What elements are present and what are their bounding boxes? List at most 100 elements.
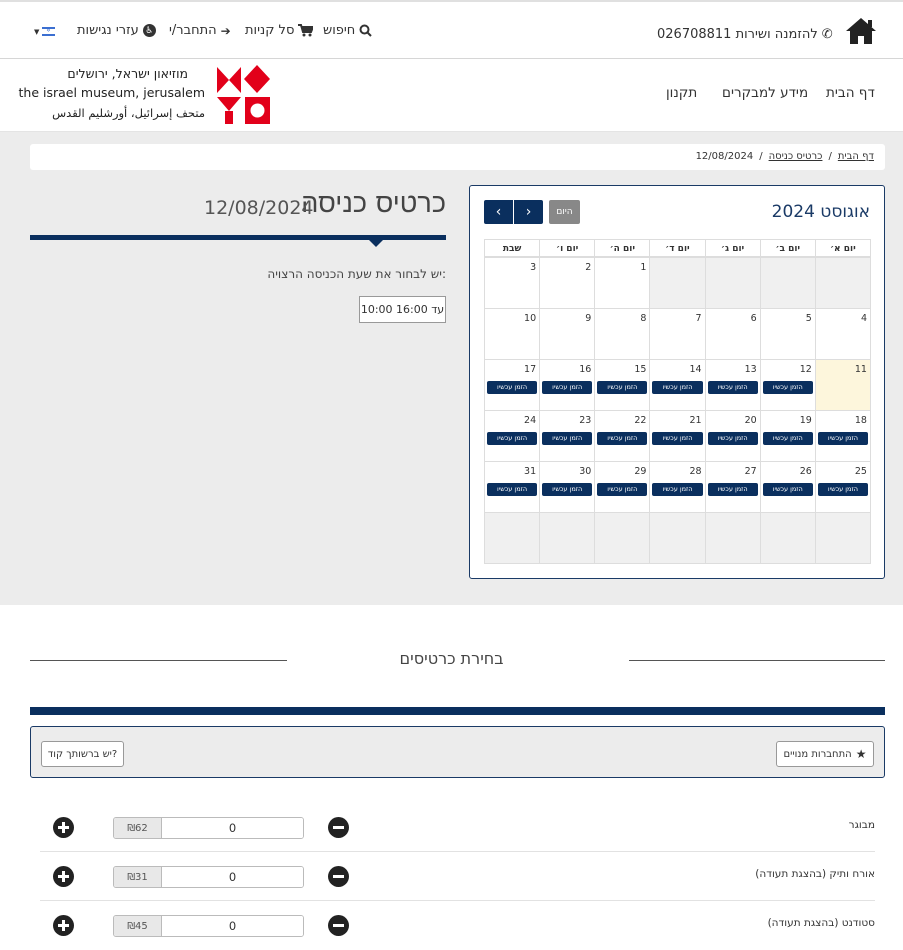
nav-visitor-info[interactable]: מידע למבקרים bbox=[722, 85, 808, 101]
museum-logo[interactable]: מוזיאון ישראל, ירושלים the israel museum… bbox=[19, 65, 272, 125]
calendar-day[interactable]: 19 הזמן עכשיו bbox=[759, 410, 816, 462]
day-number: 7 bbox=[695, 313, 702, 324]
accessibility-label: עזרי נגישות bbox=[77, 23, 139, 38]
minus-icon bbox=[333, 924, 344, 927]
book-now-button[interactable]: הזמן עכשיו bbox=[597, 432, 648, 445]
day-number: 8 bbox=[640, 313, 647, 324]
calendar-day[interactable]: 26 הזמן עכשיו bbox=[759, 461, 816, 513]
minus-icon bbox=[333, 826, 344, 829]
book-now-button[interactable]: הזמן עכשיו bbox=[817, 432, 868, 445]
decrease-button[interactable] bbox=[328, 817, 349, 838]
book-now-button[interactable]: הזמן עכשיו bbox=[542, 432, 593, 445]
calendar-day[interactable]: 20 הזמן עכשיו bbox=[704, 410, 761, 462]
calendar-day[interactable]: 27 הזמן עכשיו bbox=[704, 461, 761, 513]
quantity-value: 0 bbox=[162, 867, 303, 887]
calendar-day bbox=[649, 512, 706, 564]
search-label: חיפוש bbox=[323, 23, 356, 38]
calendar-day bbox=[814, 512, 871, 564]
quantity-field[interactable]: ₪31 0 bbox=[113, 866, 304, 888]
language-selector[interactable]: ▼ ✡ bbox=[34, 27, 56, 36]
book-now-button[interactable]: הזמן עכשיו bbox=[542, 381, 593, 394]
weekday-header: יום ו׳ bbox=[539, 239, 596, 257]
calendar-day[interactable]: 12 הזמן עכשיו bbox=[759, 359, 816, 411]
calendar-day[interactable]: 18 הזמן עכשיו bbox=[814, 410, 871, 462]
calendar-day[interactable]: 25 הזמן עכשיו bbox=[814, 461, 871, 513]
calendar-day[interactable]: 16 הזמן עכשיו bbox=[539, 359, 596, 411]
quantity-field[interactable]: ₪45 0 bbox=[113, 915, 304, 937]
cart-icon bbox=[298, 24, 314, 37]
calendar-day[interactable]: 22 הזמן עכשיו bbox=[594, 410, 651, 462]
plus-icon bbox=[58, 920, 69, 931]
search-link[interactable]: חיפוש bbox=[323, 23, 372, 38]
calendar-day bbox=[594, 512, 651, 564]
top-bar: להזמנה ושירות 026708811 ✆ חיפוש סל קניות… bbox=[0, 0, 903, 59]
book-now-button[interactable]: הזמן עכשיו bbox=[762, 483, 813, 496]
accessibility-link[interactable]: עזרי נגישות ♿ bbox=[77, 23, 156, 38]
day-number: 5 bbox=[805, 313, 812, 324]
book-now-button[interactable]: הזמן עכשיו bbox=[542, 483, 593, 496]
book-now-button[interactable]: הזמן עכשיו bbox=[707, 483, 758, 496]
calendar-day[interactable]: 21 הזמן עכשיו bbox=[649, 410, 706, 462]
day-number: 26 bbox=[799, 466, 812, 477]
breadcrumb-home[interactable]: דף הבית bbox=[838, 151, 874, 162]
calendar-day[interactable]: 14 הזמן עכשיו bbox=[649, 359, 706, 411]
nav-regulations[interactable]: תקנון bbox=[666, 85, 697, 101]
calendar-prev-button[interactable]: ‹ bbox=[484, 200, 513, 224]
sign-in-icon: ➔ bbox=[220, 23, 231, 38]
book-now-button[interactable]: הזמן עכשיו bbox=[487, 483, 538, 496]
book-now-button[interactable]: הזמן עכשיו bbox=[487, 432, 538, 445]
book-now-button[interactable]: הזמן עכשיו bbox=[597, 381, 648, 394]
book-now-button[interactable]: הזמן עכשיו bbox=[817, 483, 868, 496]
increase-button[interactable] bbox=[53, 866, 74, 887]
book-now-button[interactable]: הזמן עכשיו bbox=[762, 381, 813, 394]
breadcrumb-tickets[interactable]: כרטיס כניסה bbox=[769, 151, 823, 162]
promo-code-button[interactable]: יש ברשותך קוד? bbox=[41, 741, 124, 767]
calendar-next-button[interactable]: › bbox=[514, 200, 543, 224]
book-now-button[interactable]: הזמן עכשיו bbox=[707, 381, 758, 394]
book-now-button[interactable]: הזמן עכשיו bbox=[652, 381, 703, 394]
calendar-day bbox=[539, 512, 596, 564]
day-number: 10 bbox=[524, 313, 537, 324]
decrease-button[interactable] bbox=[328, 866, 349, 887]
calendar-day[interactable]: 23 הזמן עכשיו bbox=[539, 410, 596, 462]
quantity-field[interactable]: ₪62 0 bbox=[113, 817, 304, 839]
day-number: 23 bbox=[579, 415, 592, 426]
day-number: 25 bbox=[854, 466, 867, 477]
calendar-day[interactable]: 28 הזמן עכשיו bbox=[649, 461, 706, 513]
member-login-button[interactable]: התחברות מנויים ★ bbox=[776, 741, 874, 767]
ticket-type-label: אורח ותיק (בהצגת תעודה) bbox=[755, 868, 875, 880]
quantity-value: 0 bbox=[162, 818, 303, 838]
calendar-day[interactable]: 15 הזמן עכשיו bbox=[594, 359, 651, 411]
calendar-day[interactable]: 31 הזמן עכשיו bbox=[484, 461, 541, 513]
day-number: 19 bbox=[799, 415, 812, 426]
book-now-button[interactable]: הזמן עכשיו bbox=[652, 432, 703, 445]
day-number: 2 bbox=[585, 262, 592, 273]
calendar-day[interactable]: 17 הזמן עכשיו bbox=[484, 359, 541, 411]
login-link[interactable]: התחבר/י ➔ bbox=[169, 23, 231, 38]
book-now-button[interactable]: הזמן עכשיו bbox=[597, 483, 648, 496]
book-now-button[interactable]: הזמן עכשיו bbox=[652, 483, 703, 496]
ticket-type-label: מבוגר bbox=[848, 819, 875, 831]
calendar-day[interactable]: 29 הזמן עכשיו bbox=[594, 461, 651, 513]
breadcrumb-separator: / bbox=[828, 151, 832, 162]
book-now-button[interactable]: הזמן עכשיו bbox=[707, 432, 758, 445]
time-slot-button[interactable]: 10:00 עד 16:00 bbox=[359, 296, 446, 323]
ticket-row: אורח ותיק (בהצגת תעודה) ₪31 0 bbox=[40, 852, 875, 901]
calendar-day bbox=[759, 257, 816, 309]
day-number: 27 bbox=[744, 466, 757, 477]
book-now-button[interactable]: הזמן עכשיו bbox=[487, 381, 538, 394]
star-icon: ★ bbox=[855, 747, 867, 761]
increase-button[interactable] bbox=[53, 817, 74, 838]
decrease-button[interactable] bbox=[328, 915, 349, 936]
phone-link[interactable]: להזמנה ושירות 026708811 ✆ bbox=[657, 27, 833, 42]
home-icon[interactable] bbox=[844, 16, 878, 46]
calendar-day[interactable]: 24 הזמן עכשיו bbox=[484, 410, 541, 462]
calendar-day[interactable]: 30 הזמן עכשיו bbox=[539, 461, 596, 513]
calendar-day[interactable]: 13 הזמן עכשיו bbox=[704, 359, 761, 411]
today-button[interactable]: היום bbox=[549, 200, 580, 224]
phone-label: להזמנה ושירות 026708811 bbox=[657, 27, 818, 42]
increase-button[interactable] bbox=[53, 915, 74, 936]
nav-home[interactable]: דף הבית bbox=[826, 85, 875, 101]
book-now-button[interactable]: הזמן עכשיו bbox=[762, 432, 813, 445]
cart-link[interactable]: סל קניות bbox=[245, 23, 314, 38]
